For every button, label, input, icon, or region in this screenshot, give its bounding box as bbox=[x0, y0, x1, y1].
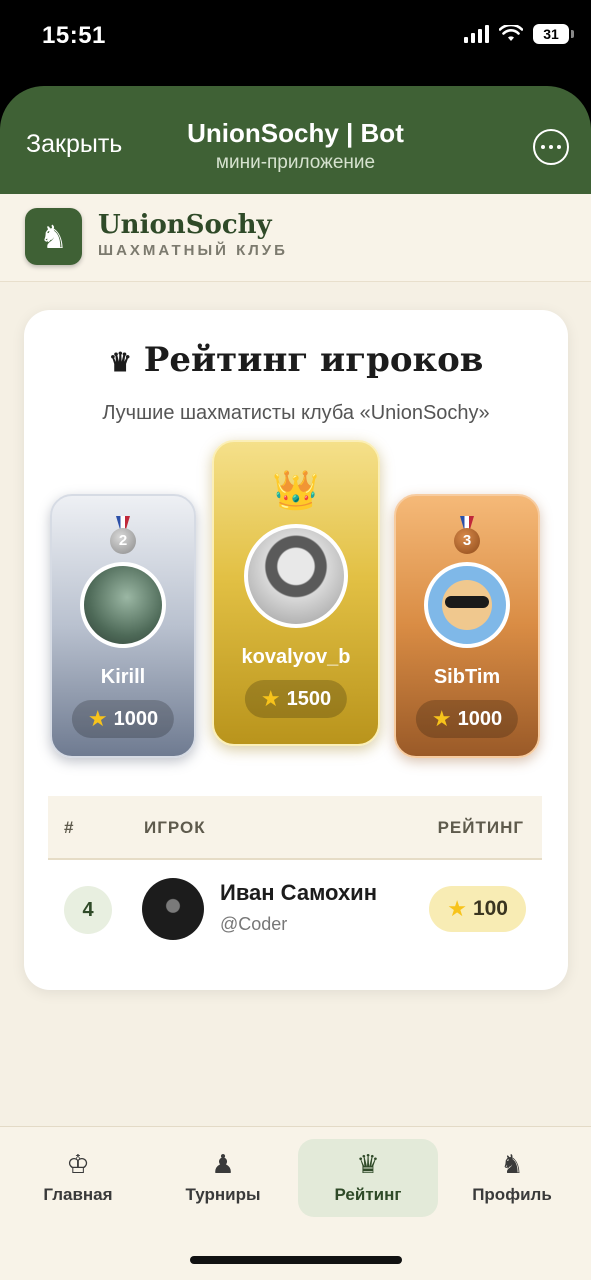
bot-subtitle: мини-приложение bbox=[215, 152, 376, 173]
rank-badge: 4 bbox=[64, 886, 112, 934]
status-bar: 15:51 31 bbox=[0, 0, 591, 86]
nav-item-home[interactable]: ♔ Главная bbox=[8, 1139, 148, 1217]
player-name: SibTim bbox=[433, 666, 501, 688]
nav-label: Главная bbox=[43, 1185, 113, 1204]
app-content: ♞ UnionSochy ШАХМАТНЫЙ КЛУБ ♛ Рейтинг иг… bbox=[0, 194, 591, 1280]
pawn-icon: ♟ bbox=[211, 1149, 235, 1179]
nav-item-tournaments[interactable]: ♟ Турниры bbox=[153, 1139, 293, 1217]
king-icon: ♔ bbox=[66, 1149, 90, 1179]
column-header-num: # bbox=[64, 818, 75, 837]
star-icon: ★ bbox=[87, 706, 108, 731]
table-header: # ИГРОК РЕЙТИНГ bbox=[48, 796, 542, 860]
page-title: ♛ Рейтинг игроков bbox=[24, 340, 568, 380]
nav-item-profile[interactable]: ♞ Профиль bbox=[442, 1139, 582, 1217]
queen-icon: ♛ bbox=[356, 1149, 380, 1179]
queen-icon: ♛ bbox=[108, 348, 132, 378]
knight-icon: ♞ bbox=[500, 1149, 524, 1179]
bronze-medal-icon: 3 bbox=[454, 516, 480, 558]
score-value: 100 bbox=[472, 897, 508, 920]
player-name: Иван Самохин bbox=[220, 880, 377, 905]
silver-medal-icon: 2 bbox=[110, 516, 136, 558]
score-value: 1000 bbox=[457, 707, 503, 730]
knight-icon[interactable]: ♞ bbox=[25, 208, 82, 265]
player-name: Kirill bbox=[100, 666, 146, 688]
player-name: kovalyov_b bbox=[241, 646, 351, 668]
home-indicator bbox=[190, 1256, 402, 1264]
nav-item-rating[interactable]: ♛ Рейтинг bbox=[298, 1139, 438, 1217]
signal-icon bbox=[464, 25, 489, 43]
score-value: 1000 bbox=[113, 707, 159, 730]
nav-label: Профиль bbox=[472, 1185, 552, 1204]
rating-card: ♛ Рейтинг игроков Лучшие шахматисты клуб… bbox=[24, 310, 568, 990]
podium-second[interactable]: 2 Kirill ★ 1000 bbox=[50, 494, 196, 758]
podium-third[interactable]: 3 SibTim ★ 1000 bbox=[394, 494, 540, 758]
avatar bbox=[244, 524, 348, 628]
nav-label: Рейтинг bbox=[334, 1185, 402, 1204]
more-dots-icon bbox=[541, 145, 545, 149]
nav-label: Турниры bbox=[185, 1185, 261, 1204]
player-handle: @Coder bbox=[220, 914, 288, 934]
score-badge: ★ 1000 bbox=[415, 700, 519, 738]
score-value: 1500 bbox=[286, 687, 332, 710]
bot-title: UnionSochy | Bot bbox=[187, 118, 404, 148]
score-badge: ★ 1000 bbox=[71, 700, 175, 738]
crown-icon: 👑 bbox=[272, 470, 320, 512]
rating-title: Рейтинг игроков bbox=[143, 340, 484, 380]
score-badge: ★ 1500 bbox=[244, 680, 348, 718]
star-icon: ★ bbox=[447, 896, 467, 921]
star-icon: ★ bbox=[260, 686, 281, 711]
wifi-icon bbox=[499, 25, 523, 41]
score-badge: ★ 100 bbox=[429, 886, 526, 932]
column-header-rating: РЕЙТИНГ bbox=[437, 818, 524, 837]
club-subtitle: ШАХМАТНЫЙ КЛУБ bbox=[98, 242, 288, 259]
star-icon: ★ bbox=[431, 706, 452, 731]
more-options-button[interactable] bbox=[533, 129, 569, 165]
status-icons: 31 bbox=[464, 24, 574, 44]
club-bar: ♞ UnionSochy ШАХМАТНЫЙ КЛУБ bbox=[0, 194, 591, 282]
table-row[interactable]: 4 Иван Самохин @Coder ★ 100 bbox=[48, 862, 542, 958]
avatar bbox=[80, 562, 166, 648]
mini-app-header: Закрыть UnionSochy | Bot мини-приложение bbox=[0, 86, 591, 194]
podium-first[interactable]: 👑 kovalyov_b ★ 1500 bbox=[212, 440, 380, 746]
rating-subtitle: Лучшие шахматисты клуба «UnionSochy» bbox=[102, 402, 490, 424]
battery-indicator: 31 bbox=[533, 24, 574, 44]
avatar bbox=[424, 562, 510, 648]
status-time: 15:51 bbox=[42, 22, 106, 49]
club-name: UnionSochy bbox=[98, 210, 272, 240]
column-header-player: ИГРОК bbox=[144, 818, 206, 837]
avatar bbox=[142, 878, 204, 940]
